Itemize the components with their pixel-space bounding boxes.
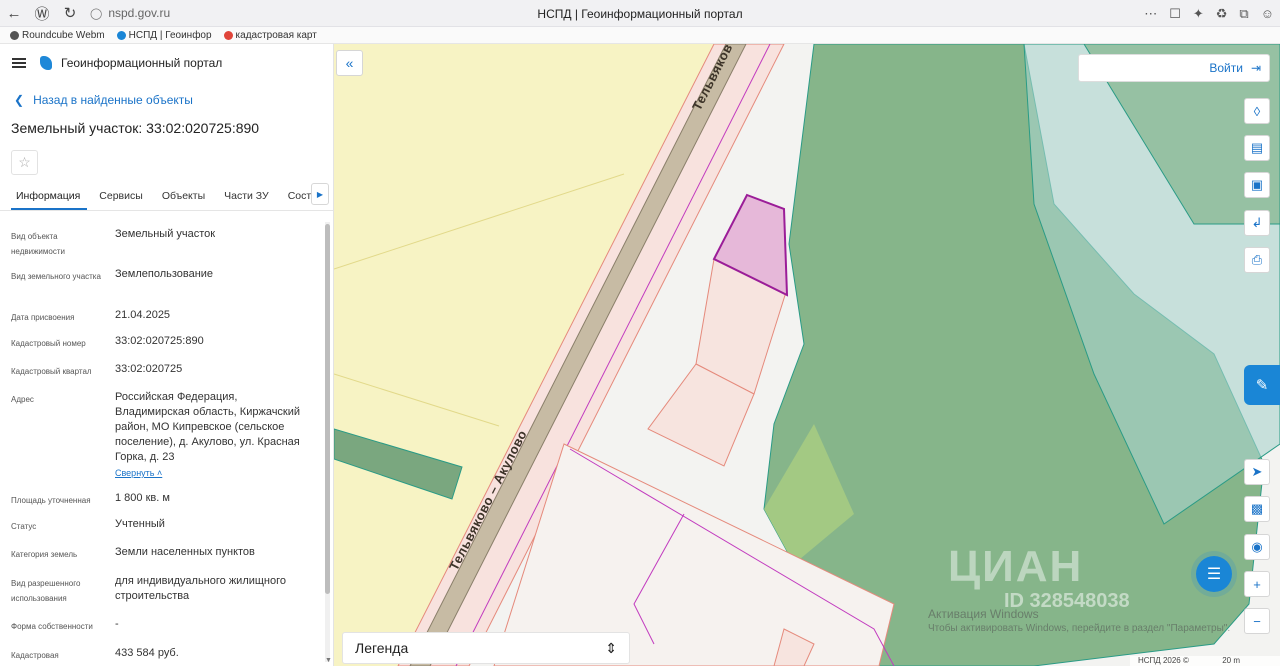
share-button[interactable]: ↲ bbox=[1244, 210, 1270, 236]
windows-activation-title: Активация Windows bbox=[928, 607, 1039, 621]
scrollbar-thumb[interactable] bbox=[325, 224, 330, 594]
reload-icon[interactable]: ↻ bbox=[56, 0, 84, 27]
feedback-tab-button[interactable]: ✎ bbox=[1244, 365, 1280, 405]
ruler-icon: ▤ bbox=[1250, 140, 1264, 155]
info-tabs: Информация Сервисы Объекты Части ЗУ Сост… bbox=[0, 183, 333, 211]
bookmarks-bar: Roundcube Webm НСПД | Геоинфор кадастров… bbox=[0, 27, 1280, 44]
location-pin-icon: ◉ bbox=[1251, 539, 1263, 554]
plus-icon: + bbox=[1253, 576, 1261, 592]
shield-icon: ◯ bbox=[90, 7, 103, 20]
menu-icon[interactable] bbox=[12, 58, 26, 68]
tab-services[interactable]: Сервисы bbox=[94, 185, 150, 210]
layers-button[interactable]: ◊ bbox=[1244, 98, 1270, 124]
windows-activation-text: Чтобы активировать Windows, перейдите в … bbox=[928, 623, 1231, 634]
tab-parts[interactable]: Части ЗУ bbox=[219, 185, 276, 210]
chevron-up-icon: ˄ bbox=[157, 468, 163, 478]
share-icon: ↲ bbox=[1251, 215, 1263, 230]
browser-titlebar: ← Ⓦ ↻ ◯ nspd.gov.ru НСПД | Геоинформацио… bbox=[0, 0, 1280, 27]
print-icon: ⎙ bbox=[1251, 252, 1263, 267]
tabs-scroll-right-button[interactable]: ▶ bbox=[311, 183, 329, 205]
panel-scrollbar[interactable] bbox=[325, 222, 330, 662]
selection-icon: ▣ bbox=[1250, 177, 1264, 192]
browser-tab-title: НСПД | Геоинформационный портал bbox=[537, 7, 743, 21]
address-bar[interactable]: ◯ nspd.gov.ru bbox=[90, 6, 170, 20]
login-icon: ⇥ bbox=[1250, 61, 1261, 75]
bookmark-item[interactable]: НСПД | Геоинфор bbox=[116, 30, 212, 41]
profile-icon[interactable]: ☺ bbox=[1261, 6, 1274, 21]
url-text[interactable]: nspd.gov.ru bbox=[108, 6, 170, 20]
more-icon[interactable]: ⋯ bbox=[1144, 6, 1157, 22]
app-title: Геоинформационный портал bbox=[61, 56, 223, 70]
yandex-icon[interactable]: Ⓦ bbox=[28, 0, 56, 27]
cian-watermark: ЦИАН bbox=[948, 542, 1084, 591]
app-header: Геоинформационный портал bbox=[0, 44, 333, 82]
back-to-results-link[interactable]: ❮ Назад в найденные объекты bbox=[0, 93, 333, 107]
map-attribution: НСПД 2026 © 20 m bbox=[1130, 656, 1280, 666]
scale-label: 20 m bbox=[1222, 656, 1240, 665]
collapse-panel-button[interactable]: « bbox=[336, 50, 363, 76]
yandex-icon bbox=[223, 30, 233, 40]
collections-icon[interactable]: ⧉ bbox=[1239, 6, 1248, 22]
back-arrow-icon[interactable]: ← bbox=[0, 0, 28, 27]
portal-logo-icon bbox=[40, 56, 52, 70]
zoom-in-button[interactable]: + bbox=[1244, 571, 1270, 597]
puzzle-icon[interactable]: ♻ bbox=[1216, 6, 1228, 22]
chat-icon: ☰ bbox=[1206, 566, 1222, 583]
scroll-down-icon[interactable]: ▼ bbox=[325, 657, 332, 664]
browser-toolbar: ⋯ ☐ ✦ ♻ ⧉ ☺ bbox=[1144, 0, 1274, 27]
measure-button[interactable]: ▤ bbox=[1244, 135, 1270, 161]
feedback-icon: ✎ bbox=[1255, 377, 1269, 394]
caret-right-icon: ▶ bbox=[316, 189, 324, 199]
geolocation-button[interactable]: ➤ bbox=[1244, 459, 1270, 485]
favorite-button[interactable]: ☆ bbox=[11, 150, 38, 175]
sort-arrows-icon: ⇕ bbox=[605, 639, 617, 656]
legend-dropdown[interactable]: Легенда ⇕ bbox=[342, 632, 630, 664]
double-chevron-left-icon: « bbox=[345, 55, 354, 71]
map-graphics bbox=[334, 44, 1280, 666]
login-button[interactable]: Войти ⇥ bbox=[1078, 54, 1270, 82]
bookmark-item[interactable]: кадастровая карт bbox=[223, 30, 317, 41]
object-title: Земельный участок: 33:02:020725:890 bbox=[11, 120, 260, 136]
chat-button[interactable]: ☰ bbox=[1196, 556, 1232, 592]
info-panel: Геоинформационный портал ❮ Назад в найде… bbox=[0, 44, 334, 666]
nspd-icon bbox=[116, 30, 126, 40]
collapse-address-link[interactable]: Свернуть ˄ bbox=[115, 468, 162, 478]
print-button[interactable]: ⎙ bbox=[1244, 247, 1270, 273]
select-area-button[interactable]: ▣ bbox=[1244, 172, 1270, 198]
map-canvas[interactable]: Тельвяково – Акулово Тельвяков ЦИАН ID 3… bbox=[334, 44, 1280, 666]
chevron-left-icon: ❮ bbox=[14, 93, 25, 107]
minimap-icon: ▩ bbox=[1250, 501, 1264, 516]
zoom-out-button[interactable]: − bbox=[1244, 608, 1270, 634]
tab-information[interactable]: Информация bbox=[11, 185, 88, 210]
bookmark-item[interactable]: Roundcube Webm bbox=[10, 30, 105, 41]
navigation-arrow-icon: ➤ bbox=[1251, 464, 1263, 479]
minimap-button[interactable]: ▩ bbox=[1244, 496, 1270, 522]
extension-icon[interactable]: ✦ bbox=[1193, 6, 1204, 22]
star-icon: ☆ bbox=[18, 154, 31, 170]
layers-icon: ◊ bbox=[1253, 103, 1261, 119]
location-search-button[interactable]: ◉ bbox=[1244, 534, 1270, 560]
minus-icon: − bbox=[1253, 613, 1261, 629]
roundcube-icon bbox=[10, 30, 19, 40]
tab-objects[interactable]: Объекты bbox=[157, 185, 212, 210]
bookmark-icon[interactable]: ☐ bbox=[1169, 6, 1181, 22]
